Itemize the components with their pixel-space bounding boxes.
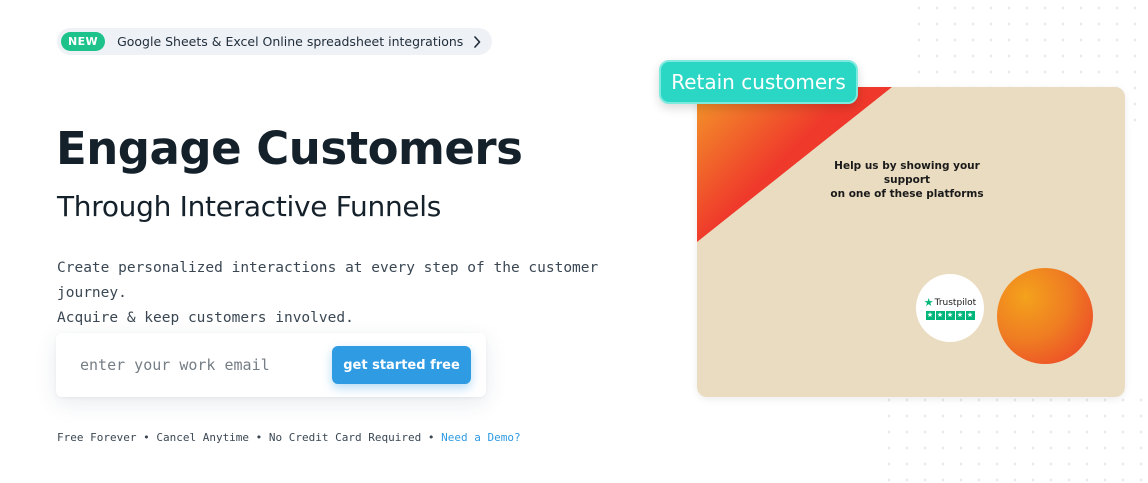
- announcement-pill[interactable]: NEW Google Sheets & Excel Online spreads…: [57, 28, 492, 55]
- new-badge: NEW: [61, 32, 106, 51]
- trustpilot-logo: ★ Trustpilot: [924, 296, 976, 309]
- dot-pattern-decoration: [880, 392, 1148, 483]
- star-icon: ★: [935, 311, 945, 320]
- support-text: Help us by showing your support on one o…: [812, 159, 1002, 201]
- star-icon: ★: [925, 311, 935, 320]
- trustpilot-label: Trustpilot: [934, 297, 977, 308]
- email-input[interactable]: [70, 349, 340, 381]
- need-demo-link[interactable]: Need a Demo?: [441, 431, 520, 444]
- signup-form: get started free: [56, 333, 486, 397]
- star-icon: ★: [945, 311, 955, 320]
- landing-page: NEW Google Sheets & Excel Online spreads…: [0, 0, 1148, 483]
- hero-description-line: Create personalized interactions at ever…: [57, 260, 599, 301]
- trustpilot-badge: ★ Trustpilot ★ ★ ★ ★ ★: [916, 274, 984, 342]
- hero-description-line: Acquire & keep customers involved.: [57, 310, 354, 326]
- hero-title: Engage Customers: [56, 122, 523, 175]
- star-icon: ★: [923, 296, 934, 309]
- announcement-text[interactable]: Google Sheets & Excel Online spreadsheet…: [117, 34, 463, 49]
- support-text-line: Help us by showing your support: [834, 160, 980, 186]
- get-started-button[interactable]: get started free: [332, 346, 471, 384]
- illustration-card: Help us by showing your support on one o…: [697, 87, 1125, 397]
- hero-description: Create personalized interactions at ever…: [57, 256, 637, 331]
- footnote-text: Free Forever • Cancel Anytime • No Credi…: [57, 431, 442, 444]
- chevron-right-icon: [473, 35, 483, 49]
- retain-customers-tag: Retain customers: [659, 60, 858, 104]
- hero-subtitle: Through Interactive Funnels: [57, 190, 442, 223]
- star-icon: ★: [965, 311, 975, 320]
- gradient-orb-decoration: [997, 268, 1093, 364]
- star-icon: ★: [955, 311, 965, 320]
- support-text-line: on one of these platforms: [830, 188, 984, 200]
- trustpilot-stars: ★ ★ ★ ★ ★: [925, 311, 975, 320]
- signup-footnote: Free Forever • Cancel Anytime • No Credi…: [57, 431, 521, 444]
